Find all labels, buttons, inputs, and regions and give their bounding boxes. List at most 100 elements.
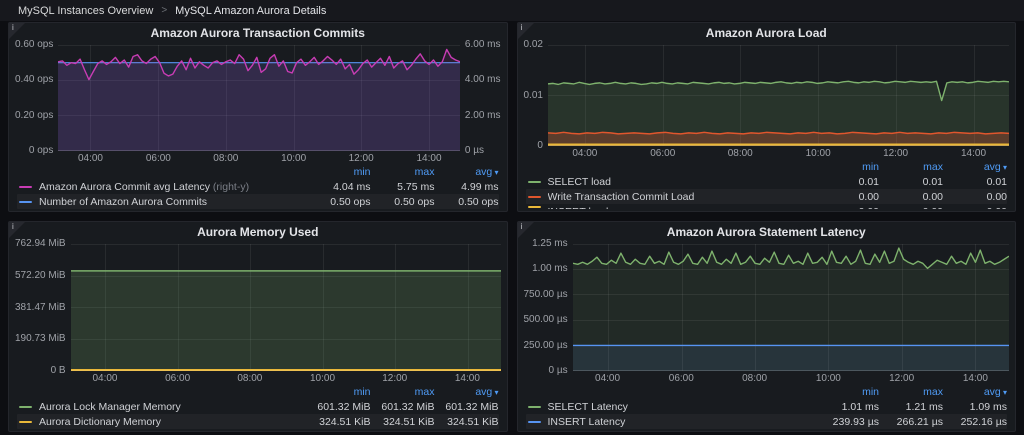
legend-sort-max[interactable]: max: [879, 386, 943, 398]
series-label[interactable]: INSERT load: [548, 206, 816, 209]
legend-sort-min[interactable]: min: [307, 166, 371, 178]
legend-row[interactable]: Aurora Dictionary Memory 324.51 KiB 324.51…: [17, 414, 499, 429]
legend-sort-max[interactable]: max: [371, 166, 435, 178]
chart-canvas[interactable]: [572, 244, 1009, 371]
x-tick-label: 14:00: [960, 148, 987, 159]
x-tick-label: 08:00: [742, 373, 768, 384]
legend-sort-min[interactable]: min: [815, 161, 879, 173]
series-label[interactable]: Amazon Aurora Commit avg Latency (right-…: [39, 181, 307, 193]
panel-title[interactable]: Amazon Aurora Transaction Commits: [9, 23, 507, 43]
legend-row[interactable]: SELECT Latency 1.01 ms 1.21 ms 1.09 ms: [526, 399, 1007, 414]
legend-value-avg: 324.51 KiB: [447, 415, 499, 428]
x-axis: 04:00 06:00 08:00 10:00 12:00 14:00: [71, 371, 501, 384]
y-axis-left: 762.94 MiB 572.20 MiB 381.47 MiB 190.73 MiB…: [15, 238, 66, 376]
legend-value-avg: 601.32 MiB: [445, 400, 499, 413]
chart-canvas[interactable]: [70, 244, 501, 371]
panel-info-corner[interactable]: i: [9, 222, 25, 238]
legend-value-min: 0.00: [858, 190, 879, 203]
legend-header: min max avg: [17, 165, 499, 179]
series-color-icon: [527, 195, 541, 198]
legend-sort-avg[interactable]: avg: [435, 166, 499, 178]
legend-sort-avg[interactable]: avg: [943, 386, 1007, 398]
x-tick-label: 10:00: [310, 373, 336, 384]
series-color-icon: [527, 180, 541, 183]
plot-area: 762.94 MiB 572.20 MiB 381.47 MiB 190.73 MiB…: [9, 238, 507, 384]
legend-value-min: 324.51 KiB: [319, 415, 371, 428]
panel-title[interactable]: Amazon Aurora Load: [518, 23, 1016, 43]
legend-value-max: 601.32 MiB: [381, 400, 435, 413]
series-label[interactable]: Aurora Dictionary Memory: [39, 416, 307, 428]
x-tick-label: 04:00: [595, 373, 621, 384]
x-tick-label: 04:00: [77, 153, 103, 164]
legend-header: min max avg: [526, 160, 1008, 174]
x-tick-label: 04:00: [572, 148, 598, 159]
legend: min max avg SELECT Latency 1.01 ms 1.21 ms…: [518, 384, 1016, 431]
x-tick-label: 10:00: [281, 153, 307, 164]
x-tick-label: 06:00: [145, 153, 171, 164]
legend-row[interactable]: Write Transaction Commit Load 0.00 0.00 0.0…: [525, 189, 1007, 204]
series-color-icon: [19, 185, 32, 188]
x-tick-label: 06:00: [165, 373, 191, 384]
series-color-icon: [19, 405, 32, 408]
series-label[interactable]: Number of Amazon Aurora Commits: [39, 196, 307, 208]
series-color-icon: [19, 420, 32, 423]
breadcrumb-separator-icon: >: [161, 5, 168, 16]
legend-sort-avg[interactable]: avg: [943, 161, 1007, 173]
info-icon: i: [12, 222, 14, 231]
legend-sort-max[interactable]: max: [879, 161, 943, 173]
legend-row[interactable]: Aurora Lock Manager Memory 601.32 MiB 601.…: [17, 399, 499, 414]
legend-value-avg: 252.16 µs: [960, 415, 1007, 428]
legend: min max avg Aurora Lock Manager Memory 60…: [9, 384, 507, 431]
panel-memory-used: i Aurora Memory Used 762.94 MiB 572.20 Mi…: [8, 221, 508, 432]
legend-row[interactable]: Amazon Aurora Commit avg Latency (right-…: [17, 179, 499, 194]
series-color-icon: [527, 206, 541, 208]
breadcrumb-item-overview[interactable]: MySQL Instances Overview: [18, 5, 153, 17]
legend-row[interactable]: INSERT Latency 239.93 µs 266.21 µs 252.16 µ…: [525, 414, 1007, 429]
legend-sort-min[interactable]: min: [815, 386, 879, 398]
series-label[interactable]: SELECT load: [548, 176, 816, 188]
legend-sort-max[interactable]: max: [371, 386, 435, 398]
chart-canvas[interactable]: [58, 45, 460, 151]
y-axis-left: 0.02 0.01 0: [523, 39, 543, 151]
series-label[interactable]: INSERT Latency: [548, 416, 816, 428]
legend-row[interactable]: Number of Amazon Aurora Commits 0.50 ops 0…: [17, 194, 499, 209]
x-tick-label: 14:00: [454, 373, 480, 384]
panel-info-corner[interactable]: i: [517, 222, 534, 238]
legend-sort-min[interactable]: min: [307, 386, 371, 398]
legend-value-max: 0.00: [922, 190, 943, 203]
legend-value-avg: 1.09 ms: [969, 400, 1007, 413]
x-tick-label: 06:00: [668, 373, 694, 384]
legend-row[interactable]: INSERT load0.000.000.00: [526, 204, 1007, 209]
legend-value-max: 0.50 ops: [394, 195, 435, 208]
panel-info-corner[interactable]: i: [517, 23, 534, 39]
legend-value-avg: 0.00: [986, 190, 1007, 203]
y-axis-left: 0.60 ops 0.40 ops 0.20 ops 0 ops: [15, 39, 54, 156]
legend: min max avg Amazon Aurora Commit avg Lat…: [9, 164, 507, 211]
x-tick-label: 14:00: [962, 373, 988, 384]
legend-header: min max avg: [526, 385, 1008, 399]
x-axis: 04:00 06:00 08:00 10:00 12:00 14:00: [548, 146, 1009, 159]
panel-statement-latency: i Amazon Aurora Statement Latency 1.25 m…: [516, 221, 1016, 432]
panel-title[interactable]: Amazon Aurora Statement Latency: [518, 222, 1016, 242]
legend-value-max: 1.21 ms: [905, 400, 943, 413]
series-label[interactable]: Write Transaction Commit Load: [548, 191, 816, 203]
panel-title[interactable]: Aurora Memory Used: [9, 222, 507, 242]
legend-value-max: 5.75 ms: [397, 180, 435, 193]
panel-info-corner[interactable]: i: [9, 23, 25, 39]
series-axis-hint: (right-y): [210, 180, 250, 193]
plot-area: 0.60 ops 0.40 ops 0.20 ops 0 ops 04:00 06:00…: [9, 39, 507, 165]
legend-value-min: 1.01 ms: [841, 400, 879, 413]
legend-value-min: 239.93 µs: [832, 415, 879, 428]
legend-row[interactable]: SELECT load 0.01 0.01 0.01: [526, 174, 1007, 189]
legend-value-max: 266.21 µs: [896, 415, 943, 428]
series-label[interactable]: Aurora Lock Manager Memory: [39, 401, 307, 413]
legend-value-avg: 0.00: [943, 206, 1007, 209]
series-label[interactable]: SELECT Latency: [548, 401, 816, 413]
legend-value-min: 4.04 ms: [333, 180, 371, 193]
legend-sort-avg[interactable]: avg: [435, 386, 499, 398]
x-axis: 04:00 06:00 08:00 10:00 12:00 14:00: [573, 371, 1009, 384]
chart-canvas[interactable]: [547, 45, 1009, 146]
x-tick-label: 06:00: [650, 148, 676, 159]
dashboard-grid: i Amazon Aurora Transaction Commits 0.60…: [0, 21, 1024, 432]
series-color-icon: [527, 405, 541, 408]
